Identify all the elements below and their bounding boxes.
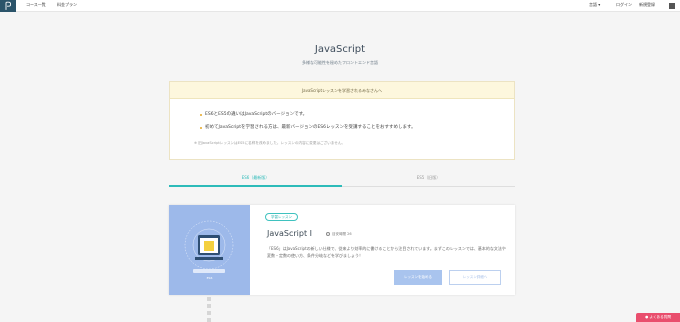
faq-float-button[interactable]: ● よくある質問 <box>636 313 680 322</box>
lesson-details-button[interactable]: レッスン詳細へ <box>449 270 501 285</box>
lesson-description: 「ES6」はJavaScriptの新しい仕様で、従来より効率的に書けることから注… <box>267 246 506 258</box>
nav-pricing-link[interactable]: 料金プラン <box>57 2 77 8</box>
lesson-duration: 目安時間 26 <box>332 232 352 236</box>
illustration-label: ES6 <box>206 276 213 280</box>
lesson-illustration: ES6 <box>169 205 250 295</box>
clock-icon <box>326 232 330 236</box>
page-subtitle: 多様な可能性を秘めたフロントエンド言語 <box>302 60 378 65</box>
notice-list: ES6とES5の違いはJavaScriptのバージョンです。 初めてJavaSc… <box>200 111 416 137</box>
progate-logo-icon[interactable] <box>0 0 16 12</box>
notice-box: JavaScriptレッスンを学習されるみなさんへ ES6とES5の違いはJav… <box>169 81 515 160</box>
top-navigation-bar: コース一覧 料金プラン 言語 ▾ ログイン 新規登録 <box>0 0 680 12</box>
page-title: JavaScript <box>314 44 366 55</box>
app-grid-icon[interactable] <box>669 3 675 9</box>
notice-heading: JavaScriptレッスンを学習されるみなさんへ <box>170 82 514 99</box>
lesson-connector <box>207 297 211 322</box>
lesson-title: JavaScript I <box>267 229 313 238</box>
language-dropdown[interactable]: 言語 ▾ <box>589 2 600 8</box>
faq-label: よくある質問 <box>649 315 671 319</box>
notice-item: 初めてJavaScriptを学習される方は、最新バージョンのES6レッスンを受講… <box>200 124 416 131</box>
tab-es6[interactable]: ES6（最新版） <box>169 172 342 187</box>
notice-item: ES6とES5の違いはJavaScriptのバージョンです。 <box>200 111 416 118</box>
notice-note: ※ 旧JavaScriptレッスンはES5に名称を改めました。レッスンの内容に変… <box>194 141 346 145</box>
login-link[interactable]: ログイン <box>616 2 632 8</box>
nav-courses-link[interactable]: コース一覧 <box>26 2 46 8</box>
version-tabs: ES6（最新版） ES5（旧版） <box>169 172 515 187</box>
lesson-badge: 学習レッスン <box>265 213 298 221</box>
tab-es5[interactable]: ES5（旧版） <box>342 172 515 187</box>
signup-link[interactable]: 新規登録 <box>639 2 655 8</box>
start-lesson-button[interactable]: レッスンを始める <box>394 270 442 285</box>
